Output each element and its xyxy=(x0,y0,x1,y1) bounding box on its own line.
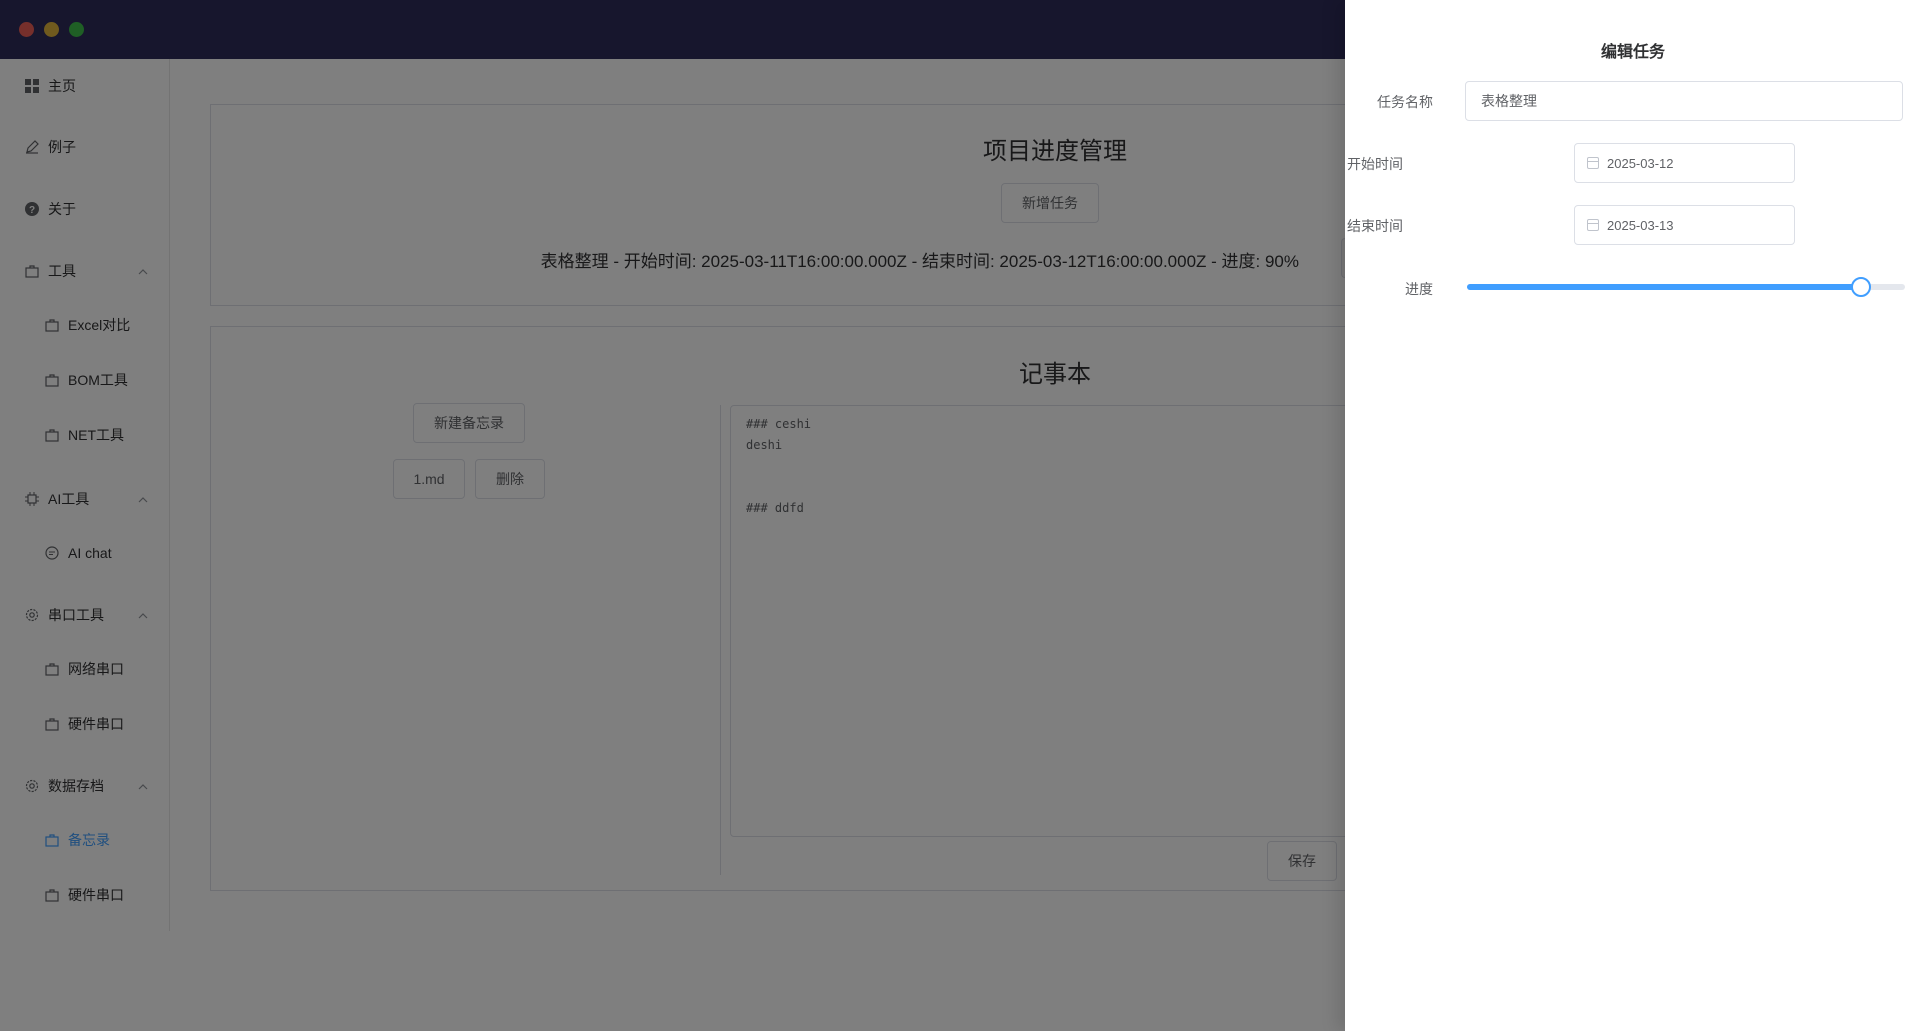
calendar-icon xyxy=(1587,157,1599,169)
task-name-label: 任务名称 xyxy=(1377,94,1433,110)
progress-slider[interactable] xyxy=(1467,277,1905,297)
start-time-label: 开始时间 xyxy=(1347,156,1403,172)
end-date-picker[interactable]: 2025-03-13 xyxy=(1574,205,1795,245)
edit-task-drawer: 编辑任务 任务名称 表格整理 开始时间 2025-03-12 结束时间 2025… xyxy=(1345,0,1921,1031)
drawer-title: 编辑任务 xyxy=(1600,44,1665,61)
end-time-label: 结束时间 xyxy=(1347,218,1403,234)
start-date-value: 2025-03-12 xyxy=(1607,155,1674,171)
progress-slider-thumb[interactable] xyxy=(1851,277,1872,297)
task-name-input[interactable]: 表格整理 xyxy=(1465,81,1903,121)
progress-slider-fill xyxy=(1467,284,1862,290)
end-date-value: 2025-03-13 xyxy=(1607,217,1674,233)
progress-label: 进度 xyxy=(1405,281,1433,297)
start-date-picker[interactable]: 2025-03-12 xyxy=(1574,143,1795,183)
task-name-value: 表格整理 xyxy=(1481,93,1537,109)
calendar-icon xyxy=(1587,219,1599,231)
